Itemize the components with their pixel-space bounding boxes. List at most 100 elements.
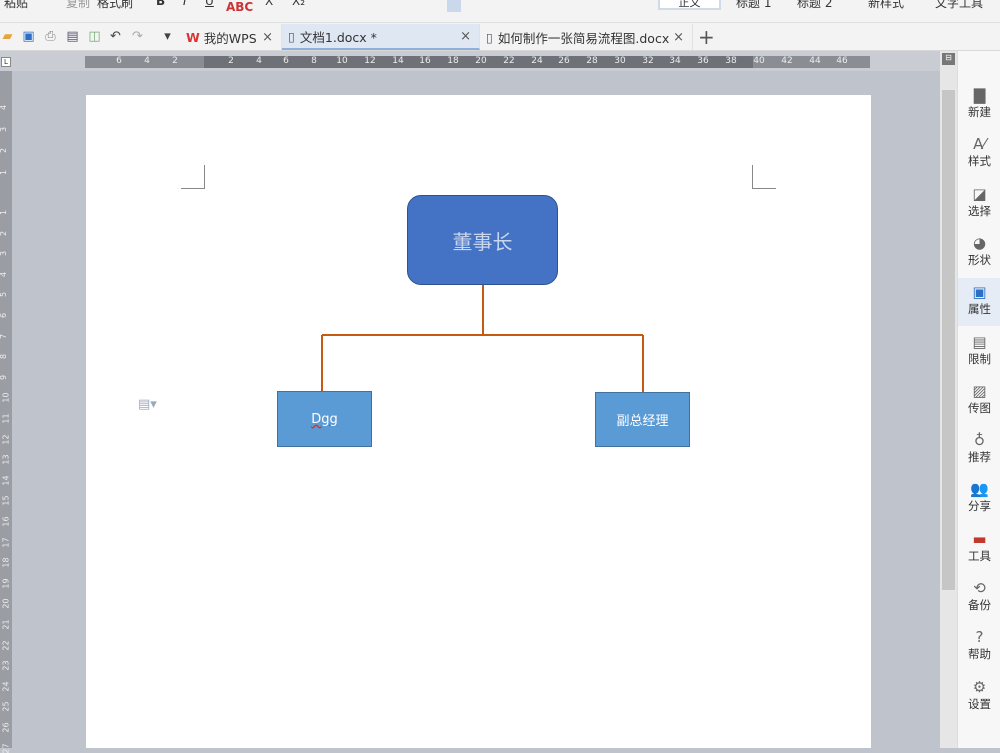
- close-icon[interactable]: ×: [673, 30, 684, 45]
- ruler-tick-label: 20: [475, 56, 486, 66]
- ruler-tick-label: 22: [2, 640, 11, 650]
- underline-button[interactable]: U: [205, 0, 214, 8]
- sidebar-item-new-doc[interactable]: ▇新建: [958, 81, 1000, 129]
- ruler-tick-label: 18: [447, 56, 458, 66]
- dgg-shape[interactable]: Dgg: [277, 391, 372, 447]
- ruler-tick-label: 3: [0, 251, 8, 256]
- ribbon: 粘贴 复制 格式刷 B I U ABC X X₂ 正文 标题 1 标题 2 新样…: [0, 0, 1000, 23]
- doc-icon: ▯: [486, 30, 493, 45]
- sidebar-item-settings[interactable]: ⚙设置: [958, 673, 1000, 721]
- text-tools-button[interactable]: 文字工具: [935, 0, 983, 11]
- style-normal[interactable]: 正文: [658, 0, 721, 10]
- sidebar-item-properties[interactable]: ▣属性: [958, 278, 1000, 326]
- ruler-tick-label: 12: [364, 56, 375, 66]
- new-style-button[interactable]: 新样式: [868, 0, 904, 11]
- sidebar-item-label: 帮助: [958, 646, 1000, 662]
- sidebar-item-style[interactable]: A⁄样式: [958, 130, 1000, 178]
- right-sidebar: ▇新建A⁄样式◪选择◕形状▣属性▤限制▨传图♁推荐👥分享▬工具⟲备份?帮助⚙设置: [957, 51, 1000, 748]
- new-doc-icon: ▇: [958, 87, 1000, 104]
- sidebar-item-help[interactable]: ?帮助: [958, 623, 1000, 671]
- sidebar-item-label: 设置: [958, 696, 1000, 712]
- sidebar-item-share[interactable]: 👥分享: [958, 475, 1000, 523]
- sidebar-item-label: 备份: [958, 597, 1000, 613]
- vertical-ruler[interactable]: 4321123456789101112131415161718192021222…: [0, 71, 12, 748]
- style-heading2[interactable]: 标题 2: [797, 0, 832, 11]
- shape-text: 副总经理: [616, 410, 668, 429]
- ruler-tick-label: 3: [0, 126, 8, 131]
- sidebar-item-label: 工具: [958, 548, 1000, 564]
- align-left-icon[interactable]: [447, 0, 461, 12]
- shape-text: 董事长: [453, 226, 513, 255]
- ruler-tick-label: 30: [614, 56, 625, 66]
- ruler-tick-label: 19: [2, 578, 11, 588]
- sidebar-item-upload-image[interactable]: ▨传图: [958, 377, 1000, 425]
- ruler-tick-label: 4: [256, 56, 262, 66]
- open-icon[interactable]: ▰: [0, 29, 15, 44]
- style-icon: A⁄: [958, 136, 1000, 153]
- sidebar-item-shape[interactable]: ◕形状: [958, 229, 1000, 277]
- paste-button[interactable]: 粘贴: [4, 0, 28, 11]
- close-icon[interactable]: ×: [262, 30, 273, 45]
- horizontal-ruler[interactable]: 6422468101214161820222426283032343638404…: [85, 56, 870, 68]
- connector-lines: [86, 95, 871, 495]
- backup-icon: ⟲: [958, 580, 1000, 597]
- redo-icon[interactable]: ↷: [130, 29, 145, 44]
- print-preview-icon[interactable]: ◫: [87, 29, 102, 44]
- sidebar-item-backup[interactable]: ⟲备份: [958, 574, 1000, 622]
- print-icon[interactable]: ▤: [65, 29, 80, 44]
- tab-flowchart-doc[interactable]: ▯如何制作一张简易流程图.docx×: [480, 24, 693, 50]
- ruler-tick-label: 24: [2, 681, 11, 691]
- format-painter-button[interactable]: 格式刷: [97, 0, 133, 11]
- superscript-button[interactable]: X: [265, 0, 273, 8]
- document-page[interactable]: ▤▾ 董事长 Dgg 副总经理: [86, 95, 871, 748]
- export-pdf-icon[interactable]: ⎙: [43, 29, 58, 44]
- sidebar-item-restrict[interactable]: ▤限制: [958, 328, 1000, 376]
- ruler-tick-label: 13: [2, 455, 11, 465]
- save-icon[interactable]: ▣: [21, 29, 36, 44]
- ruler-tick-label: 5: [0, 292, 8, 297]
- sidebar-item-recommend[interactable]: ♁推荐: [958, 426, 1000, 474]
- strikethrough-button[interactable]: ABC: [226, 0, 253, 14]
- close-icon[interactable]: ×: [460, 29, 471, 44]
- ruler-tick-label: 46: [836, 56, 847, 66]
- style-heading1[interactable]: 标题 1: [736, 0, 771, 11]
- ruler-tick-label: 27: [2, 743, 11, 753]
- new-tab-button[interactable]: +: [698, 25, 715, 49]
- subscript-button[interactable]: X₂: [292, 0, 305, 8]
- bold-button[interactable]: B: [156, 0, 165, 8]
- connector-line[interactable]: [322, 285, 643, 392]
- ruler-tick-label: 6: [283, 56, 289, 66]
- chairman-shape[interactable]: 董事长: [407, 195, 558, 285]
- recommend-icon: ♁: [958, 432, 1000, 449]
- scrollbar-thumb[interactable]: [942, 90, 955, 590]
- shape-icon: ◕: [958, 235, 1000, 252]
- tab-bar: ▰ ▣ ⎙ ▤ ◫ ↶ ↷ ▾ W我的WPS× ▯文档1.docx *× ▯如何…: [0, 23, 1000, 51]
- ruler-tick-label: 2: [0, 148, 8, 153]
- undo-icon[interactable]: ↶: [108, 29, 123, 44]
- tab-document1[interactable]: ▯文档1.docx *×: [282, 24, 480, 50]
- ruler-tick-label: 4: [0, 272, 8, 277]
- ruler-tick-label: 11: [2, 413, 11, 423]
- italic-button[interactable]: I: [183, 0, 187, 8]
- sidebar-item-label: 新建: [958, 104, 1000, 120]
- ruler-tick-label: 16: [419, 56, 430, 66]
- sidebar-item-label: 推荐: [958, 449, 1000, 465]
- tab-my-wps[interactable]: W我的WPS×: [180, 24, 282, 50]
- sidebar-item-select[interactable]: ◪选择: [958, 180, 1000, 228]
- copy-button[interactable]: 复制: [66, 0, 90, 11]
- sidebar-item-label: 形状: [958, 252, 1000, 268]
- share-icon: 👥: [958, 481, 1000, 498]
- deputy-manager-shape[interactable]: 副总经理: [595, 392, 690, 447]
- tab-label: 我的WPS: [204, 28, 257, 47]
- split-view-icon[interactable]: ⊟: [942, 53, 955, 65]
- customize-dropdown-icon[interactable]: ▾: [160, 29, 175, 44]
- sidebar-item-label: 属性: [958, 301, 1000, 317]
- sidebar-item-label: 分享: [958, 498, 1000, 514]
- ruler-tick-label: 9: [0, 375, 8, 380]
- ruler-tick-label: 18: [2, 558, 11, 568]
- ruler-tick-label: 8: [0, 354, 8, 359]
- ruler-tick-label: 12: [2, 434, 11, 444]
- tab-stop-selector[interactable]: L: [1, 57, 11, 67]
- ruler-tick-label: 32: [642, 56, 653, 66]
- sidebar-item-toolbox[interactable]: ▬工具: [958, 525, 1000, 573]
